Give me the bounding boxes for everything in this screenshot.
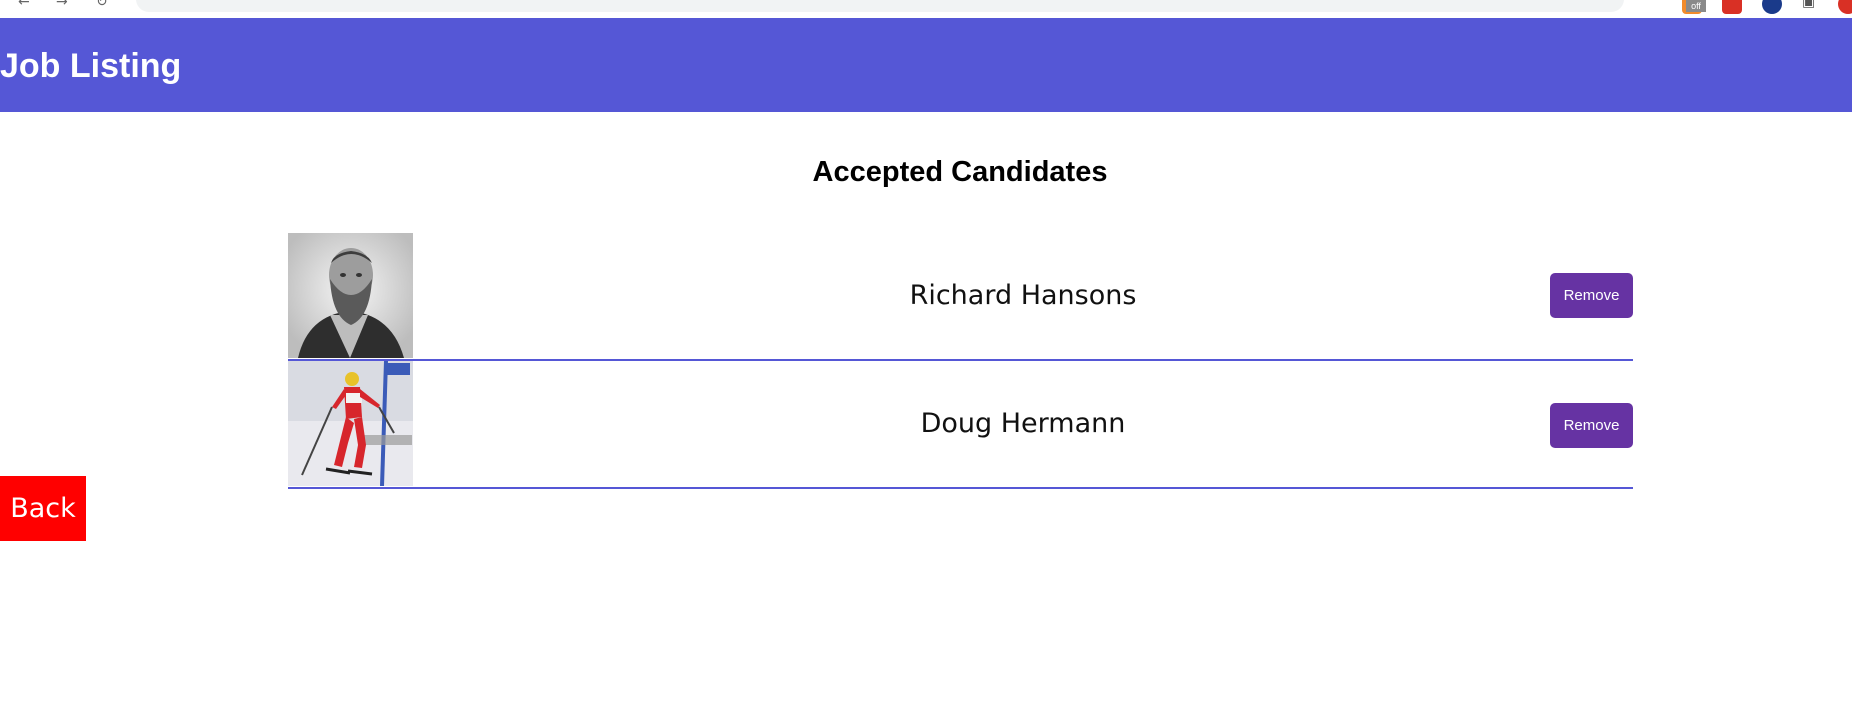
candidate-row: Richard Hansons Remove (288, 233, 1633, 361)
candidate-name: Richard Hansons (909, 280, 1137, 311)
back-arrow-icon[interactable]: ← (18, 0, 30, 10)
reload-icon[interactable]: ↻ (96, 0, 108, 10)
candidate-photo-portrait (288, 233, 413, 358)
back-button[interactable]: Back (0, 476, 86, 541)
profile-avatar-icon[interactable] (1838, 0, 1852, 14)
candidate-list: Richard Hansons Remove Doug Hermann Remo… (288, 233, 1633, 489)
app-title: Job Listing (0, 47, 182, 85)
section-title: Accepted Candidates (812, 156, 1108, 188)
extension-icon[interactable] (1762, 0, 1782, 14)
extension-icon[interactable] (1722, 0, 1742, 14)
browser-toolbar: ← → ↻ ☆ off ▣ (0, 0, 1852, 18)
puzzle-icon[interactable]: ▣ (1802, 0, 1815, 10)
remove-button[interactable]: Remove (1550, 273, 1633, 318)
candidate-photo-skier (288, 361, 413, 486)
remove-button[interactable]: Remove (1550, 403, 1633, 448)
app-header (0, 18, 1852, 112)
extension-badge: off (1686, 0, 1706, 12)
candidate-name: Doug Hermann (920, 408, 1126, 439)
candidate-row: Doug Hermann Remove (288, 361, 1633, 489)
forward-arrow-icon[interactable]: → (56, 0, 68, 10)
address-bar[interactable]: ☆ (136, 0, 1624, 12)
